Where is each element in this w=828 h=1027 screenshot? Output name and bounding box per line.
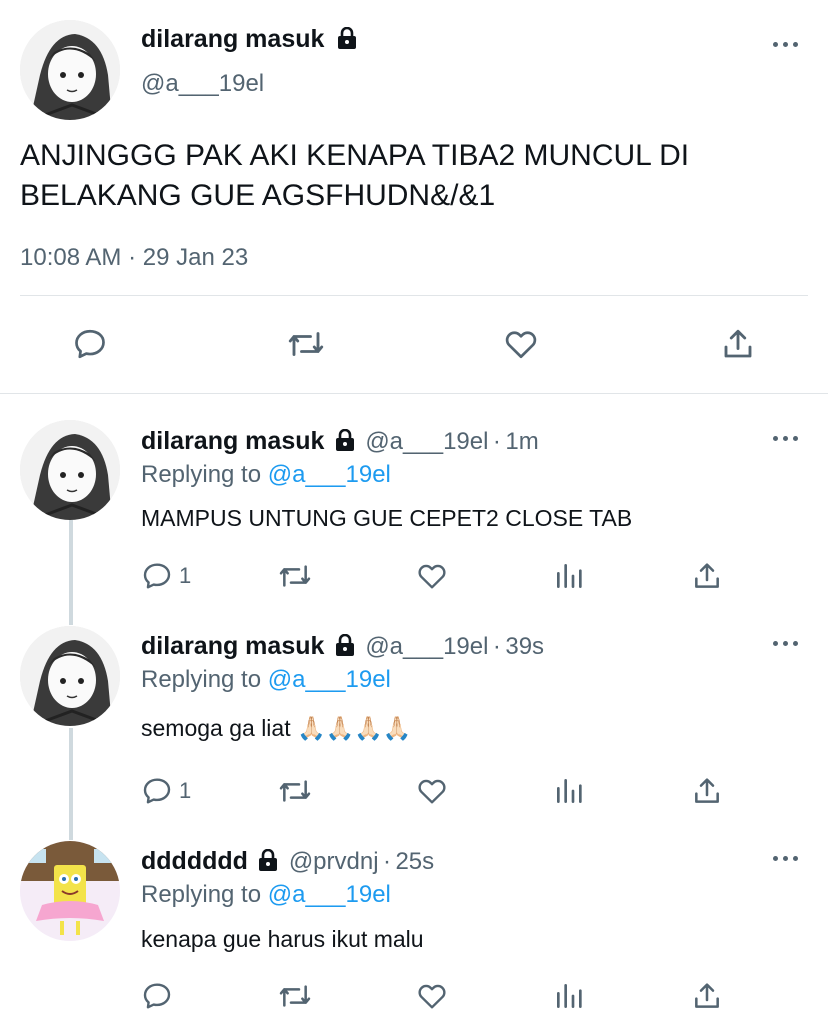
share-icon: [695, 778, 719, 803]
analytics-button[interactable]: [553, 775, 585, 807]
divider: [0, 393, 828, 394]
avatar[interactable]: [20, 420, 120, 520]
avatar-image: [20, 841, 120, 941]
author-name[interactable]: dilarang masuk: [141, 632, 324, 660]
share-button[interactable]: [691, 980, 723, 1012]
avatar[interactable]: [20, 20, 120, 120]
lock-icon: [335, 634, 354, 656]
author-handle[interactable]: @a___19el: [141, 70, 264, 98]
like-button[interactable]: [415, 775, 449, 807]
lock-icon: [338, 27, 357, 49]
reply-age[interactable]: 25s: [395, 848, 434, 875]
tweet-text: ANJINGGG PAK AKI KENAPA TIBA2 MUNCUL DI …: [20, 139, 690, 212]
reply-header: dilarang masuk @a___19el · 1m: [141, 427, 539, 455]
reply-header: dilarang masuk @a___19el · 39s: [141, 632, 545, 660]
more-icon[interactable]: [773, 856, 801, 864]
share-button[interactable]: [720, 326, 756, 362]
reply-icon: [143, 563, 171, 589]
retweet-button[interactable]: [276, 775, 314, 807]
retweet-icon: [279, 780, 311, 802]
reply-header: ddddddd @prvdnj · 25s: [141, 847, 435, 875]
retweet-icon: [288, 332, 324, 356]
replying-to: Replying to @a___19el: [141, 461, 391, 488]
like-icon: [418, 564, 446, 589]
analytics-icon: [557, 564, 582, 588]
reply-button[interactable]: 1: [141, 560, 191, 592]
reply-text: MAMPUS UNTUNG GUE CEPET2 CLOSE TAB: [141, 505, 633, 531]
replying-to-link[interactable]: @a___19el: [268, 461, 391, 488]
share-button[interactable]: [691, 775, 723, 807]
author-handle[interactable]: @prvdnj: [289, 848, 379, 875]
reply-icon: [143, 983, 171, 1009]
more-icon[interactable]: [773, 436, 801, 444]
avatar[interactable]: [20, 841, 120, 941]
avatar-image: [20, 20, 120, 120]
reply-text: kenapa gue harus ikut malu: [141, 926, 424, 952]
retweet-button[interactable]: [285, 326, 327, 362]
like-icon: [418, 779, 446, 804]
reply-text: semoga ga liat 🙏🏻🙏🏻🙏🏻🙏🏻: [141, 715, 412, 741]
share-icon: [695, 563, 719, 588]
avatar[interactable]: [20, 626, 120, 726]
retweet-icon: [279, 985, 311, 1007]
author-name[interactable]: ddddddd: [141, 847, 248, 875]
more-icon[interactable]: [773, 42, 801, 50]
share-icon: [695, 983, 719, 1008]
replying-to: Replying to @a___19el: [141, 666, 391, 693]
analytics-icon: [557, 779, 582, 803]
reply-icon: [75, 329, 105, 359]
more-icon[interactable]: [773, 641, 801, 649]
retweet-icon: [279, 565, 311, 587]
share-button[interactable]: [691, 560, 723, 592]
reply-button[interactable]: [141, 980, 183, 1012]
analytics-icon: [557, 984, 582, 1008]
like-button[interactable]: [415, 560, 449, 592]
retweet-button[interactable]: [276, 980, 314, 1012]
author-handle[interactable]: @a___19el: [365, 633, 488, 660]
replying-to-link[interactable]: @a___19el: [268, 666, 391, 693]
avatar-image: [20, 420, 120, 520]
author-name[interactable]: dilarang masuk: [141, 427, 324, 455]
reply-button[interactable]: [72, 326, 108, 362]
divider: [20, 295, 808, 296]
reply-age[interactable]: 1m: [505, 428, 538, 455]
tweet-timestamp[interactable]: 10:08 AM · 29 Jan 23: [20, 244, 248, 272]
like-icon: [418, 984, 446, 1009]
replying-to-link[interactable]: @a___19el: [268, 881, 391, 908]
avatar-image: [20, 626, 120, 726]
share-icon: [724, 329, 752, 358]
like-button[interactable]: [502, 326, 540, 362]
reply-age[interactable]: 39s: [505, 633, 544, 660]
author-name[interactable]: dilarang masuk: [141, 25, 357, 54]
lock-icon: [259, 849, 278, 871]
lock-icon: [335, 429, 354, 451]
reply-icon: [143, 778, 171, 804]
reply-button[interactable]: 1: [141, 775, 191, 807]
replying-to: Replying to @a___19el: [141, 881, 391, 908]
retweet-button[interactable]: [276, 560, 314, 592]
reply-count: 1: [179, 778, 192, 803]
like-icon: [505, 331, 537, 359]
like-button[interactable]: [415, 980, 449, 1012]
analytics-button[interactable]: [553, 980, 585, 1012]
analytics-button[interactable]: [553, 560, 585, 592]
reply-count: 1: [179, 563, 192, 588]
author-handle[interactable]: @a___19el: [365, 428, 488, 455]
thread-line: [69, 728, 73, 840]
